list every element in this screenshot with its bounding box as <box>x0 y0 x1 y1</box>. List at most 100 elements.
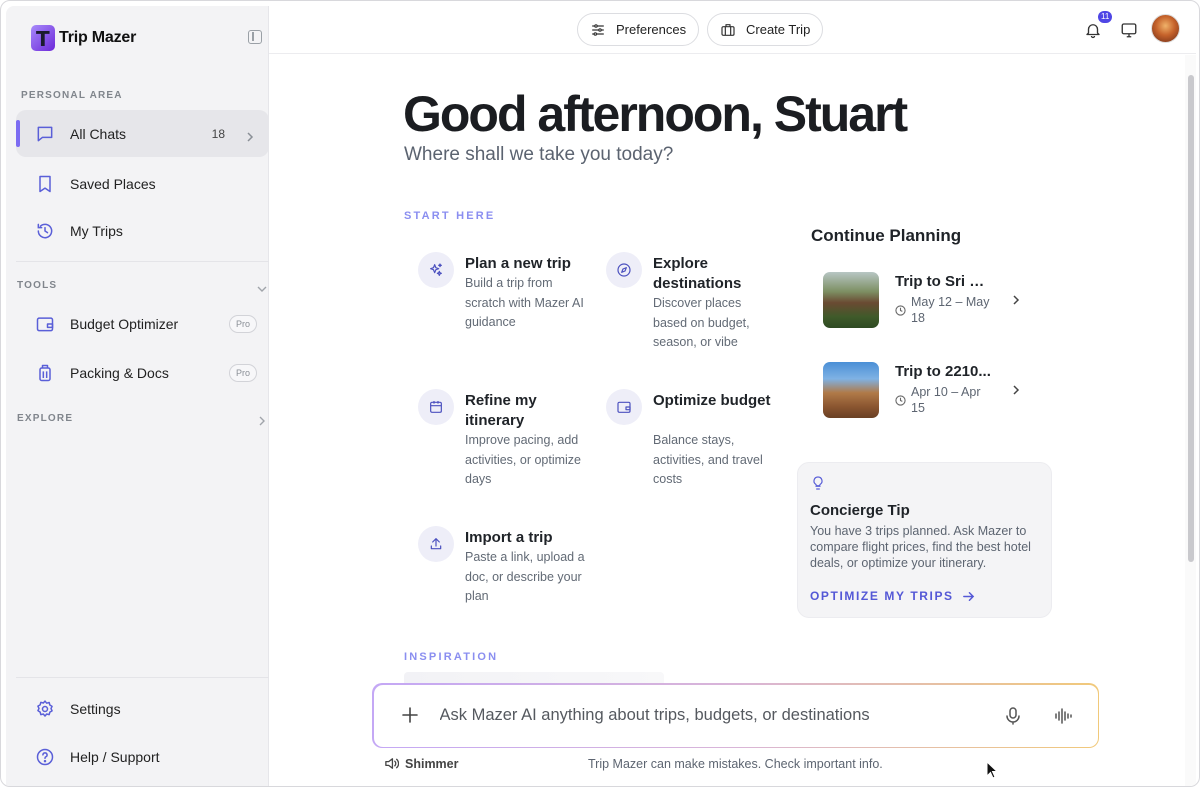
lightbulb-icon <box>810 475 826 491</box>
trip-card-2210[interactable]: Trip to 2210... Apr 10 – Apr 15 <box>823 362 1033 418</box>
sidebar-item-saved-places[interactable]: Saved Places <box>16 160 269 207</box>
bookmark-icon <box>35 174 55 194</box>
wallet-icon <box>606 389 642 425</box>
avatar[interactable] <box>1151 14 1180 43</box>
calendar-icon <box>418 389 454 425</box>
tip-title: Concierge Tip <box>810 502 910 519</box>
help-icon <box>35 747 55 767</box>
card-title: Plan a new trip <box>465 255 571 272</box>
sidebar-item-label: My Trips <box>70 222 123 239</box>
chat-count: 18 <box>211 126 225 141</box>
chevron-right-icon <box>1011 383 1021 395</box>
divider <box>16 261 269 262</box>
monitor-icon[interactable] <box>1120 21 1138 39</box>
sidebar-item-all-chats[interactable]: All Chats 18 <box>16 110 269 157</box>
create-trip-button[interactable]: Create Trip <box>707 13 824 46</box>
disclaimer-text: Trip Mazer can make mistakes. Check impo… <box>588 757 883 771</box>
sidebar-item-settings[interactable]: Settings <box>16 685 269 732</box>
start-here-label: START HERE <box>404 210 496 222</box>
card-title: Refine my itinerary <box>465 392 537 429</box>
sidebar-item-label: Packing & Docs <box>70 364 169 381</box>
card-title: Explore destinations <box>653 255 742 292</box>
section-label-personal: PERSONAL AREA <box>21 90 123 101</box>
upload-icon <box>418 526 454 562</box>
sidebar-item-packing-docs[interactable]: Packing & Docs Pro <box>16 349 269 396</box>
compass-icon <box>606 252 642 288</box>
card-description: Balance stays, activities, and travel co… <box>653 433 763 486</box>
chat-icon <box>35 124 55 144</box>
sidebar-item-label: All Chats <box>70 125 127 142</box>
sparkles-icon <box>418 252 454 288</box>
sidebar-item-label: Budget Optimizer <box>70 315 179 332</box>
chevron-right-icon[interactable] <box>257 413 267 426</box>
sidebar-item-my-trips[interactable]: My Trips <box>16 207 269 254</box>
microphone-icon[interactable] <box>1005 706 1021 725</box>
sidebar: T Trip Mazer PERSONAL AREA All Chats 18 … <box>6 6 269 786</box>
brand[interactable]: T Trip Mazer <box>31 25 136 51</box>
clock-icon <box>895 303 906 316</box>
notification-badge: 11 <box>1098 11 1113 23</box>
card-description: Discover places based on budget, season,… <box>653 296 750 349</box>
trip-dates: Apr 10 – Apr 15 <box>911 385 981 415</box>
scrollbar-thumb[interactable] <box>1188 75 1194 562</box>
card-import-trip[interactable]: Import a trip Paste a link, upload a doc… <box>418 526 598 608</box>
sidebar-item-label: Settings <box>70 700 121 717</box>
luggage-icon <box>721 23 735 36</box>
plus-icon[interactable] <box>401 706 418 723</box>
sidebar-item-label: Saved Places <box>70 175 156 192</box>
top-bar: Preferences Create Trip 11 <box>269 6 1196 54</box>
app-window: T Trip Mazer PERSONAL AREA All Chats 18 … <box>0 0 1200 787</box>
clock-icon <box>895 393 906 406</box>
card-description: Paste a link, upload a doc, or describe … <box>465 550 585 603</box>
card-title: Optimize budget <box>653 392 771 409</box>
chat-input[interactable] <box>439 702 960 729</box>
trip-dates: May 12 – May 18 <box>911 295 990 325</box>
trip-card-sri-lanka[interactable]: Trip to Sri La... May 12 – May 18 <box>823 272 1033 328</box>
preferences-button[interactable]: Preferences <box>577 13 700 46</box>
card-description: Build a trip from scratch with Mazer AI … <box>465 276 584 329</box>
chevron-down-icon[interactable] <box>257 281 267 292</box>
app-name: Trip Mazer <box>59 29 137 46</box>
tip-text: You have 3 trips planned. Ask Mazer to c… <box>810 524 1031 570</box>
card-refine-itinerary[interactable]: Refine my itinerary Improve pacing, add … <box>418 389 598 489</box>
trip-thumbnail <box>823 272 879 328</box>
sidebar-item-budget-optimizer[interactable]: Budget Optimizer Pro <box>16 300 269 347</box>
continue-planning-title: Continue Planning <box>811 226 962 245</box>
trip-title: Trip to 2210... <box>895 363 991 380</box>
luggage-icon <box>35 363 55 383</box>
trip-thumbnail <box>823 362 879 418</box>
speaker-icon <box>385 758 399 769</box>
voice-waveform-icon[interactable] <box>1054 707 1072 725</box>
card-plan-new-trip[interactable]: Plan a new trip Build a trip from scratc… <box>418 252 598 342</box>
divider <box>16 677 269 678</box>
section-label-tools: TOOLS <box>17 280 58 291</box>
history-icon <box>35 221 55 241</box>
chevron-right-icon <box>1011 293 1021 305</box>
gear-icon <box>35 699 55 719</box>
arrow-right-icon <box>962 591 974 601</box>
wallet-icon <box>35 314 55 334</box>
pro-badge: Pro <box>228 314 257 333</box>
chevron-right-icon <box>245 129 255 142</box>
section-label-explore[interactable]: EXPLORE <box>17 413 73 424</box>
inspiration-label: INSPIRATION <box>404 651 499 663</box>
preferences-label: Preferences <box>616 22 687 37</box>
sidebar-collapse-icon[interactable] <box>248 30 262 44</box>
create-trip-label: Create Trip <box>746 22 811 37</box>
card-explore-destinations[interactable]: Explore destinations Discover places bas… <box>606 252 786 352</box>
sidebar-item-help-support[interactable]: Help / Support <box>16 733 269 780</box>
voice-selector[interactable]: Shimmer <box>384 756 459 771</box>
page-title: Good afternoon, Stuart <box>403 86 908 142</box>
page-subtitle: Where shall we take you today? <box>404 144 674 165</box>
cta-label: OPTIMIZE MY TRIPS <box>810 589 954 603</box>
trip-title: Trip to Sri La... <box>895 273 993 290</box>
sliders-icon <box>592 23 604 36</box>
pro-badge: Pro <box>228 363 257 382</box>
optimize-my-trips-link[interactable]: OPTIMIZE MY TRIPS <box>810 589 975 603</box>
card-optimize-budget[interactable]: Optimize budget Balance stays, activitie… <box>606 389 786 489</box>
voice-name: Shimmer <box>405 756 459 771</box>
sidebar-item-label: Help / Support <box>70 748 160 765</box>
bell-icon[interactable] <box>1084 21 1102 39</box>
mouse-cursor-icon <box>986 761 998 779</box>
card-title: Import a trip <box>465 529 553 546</box>
